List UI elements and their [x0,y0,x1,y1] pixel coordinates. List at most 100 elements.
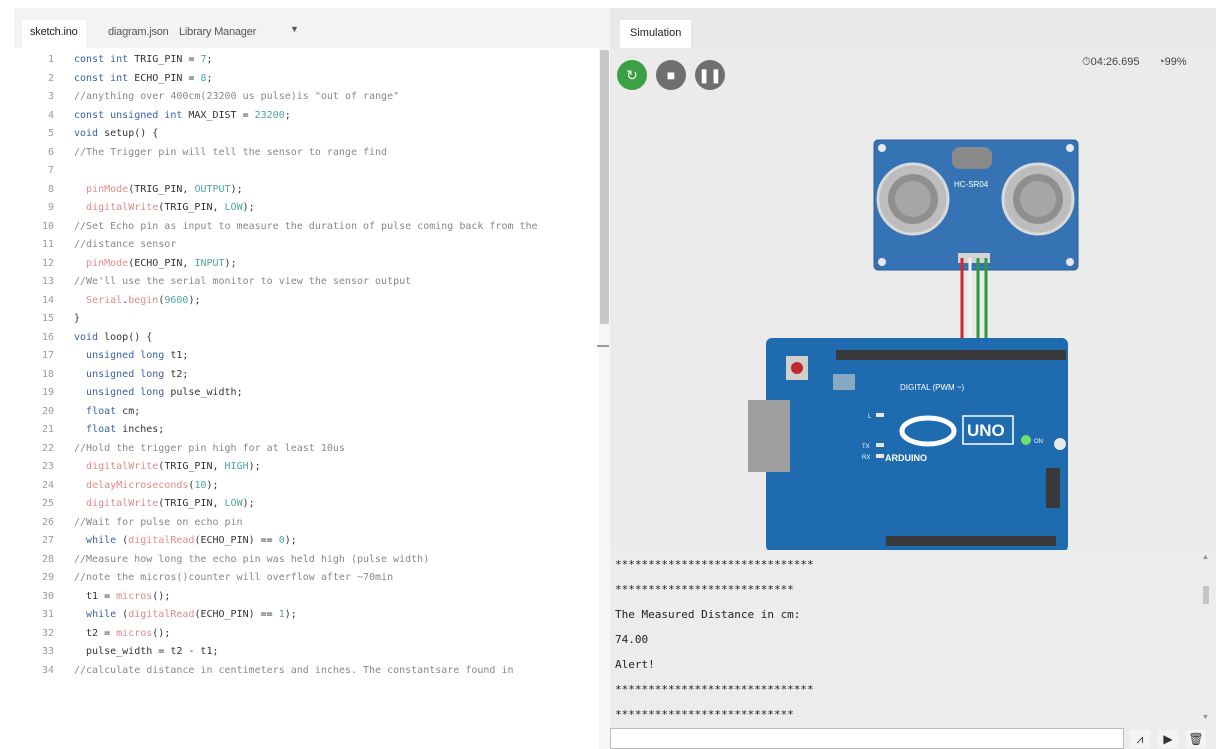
code-text: void loop() { [74,332,152,343]
clear-button[interactable]: 🗑 [1186,730,1206,748]
code-token: //Hold the trigger pin high for at least… [74,442,345,454]
code-token: digitalWrite [86,202,159,213]
line-number: 7 [47,165,54,176]
tab-simulation[interactable]: Simulation [620,20,692,48]
code-line[interactable]: 9 digitalWrite(TRIG_PIN, LOW); [14,202,598,217]
code-token: unsigned long [86,387,171,398]
code-text: while (digitalRead(ECHO_PIN) == 1); [74,609,297,620]
serial-line: ****************************** [615,683,814,696]
editor-scroll-thumb[interactable] [600,50,609,324]
code-line[interactable]: 1 const int TRIG_PIN = 7; [14,54,598,69]
code-line[interactable]: 21 float inches; [14,424,598,439]
serial-input-field[interactable] [610,728,1124,749]
code-line[interactable]: 25 digitalWrite(TRIG_PIN, LOW); [14,498,598,513]
scroll-down-icon[interactable]: ▼ [1202,714,1209,721]
speedometer-icon: ◔ [1158,56,1165,68]
code-token: const int [74,72,135,84]
code-line[interactable]: 12 pinMode(ECHO_PIN, INPUT); [14,258,598,273]
code-line[interactable]: 28 //Measure how long the echo pin was he… [14,554,598,569]
code-line[interactable]: 20 float cm; [14,406,598,421]
code-line[interactable]: 16 void loop() { [14,332,598,347]
play-button[interactable]: ▶ [1158,730,1178,748]
board-brand-text: ARDUINO [885,453,927,463]
code-line[interactable]: 18 unsigned long t2; [14,369,598,384]
editor-scrollbar[interactable] [599,48,610,749]
code-line[interactable]: 33 pulse_width = t2 - t1; [14,646,598,661]
code-line[interactable]: 5 void setup() { [14,128,598,143]
code-line[interactable]: 2 const int ECHO_PIN = 8; [14,73,598,88]
code-line[interactable]: 11 //distance sensor [14,239,598,254]
code-token: (TRIG_PIN, [158,498,225,509]
code-token: delayMicroseconds [86,479,189,491]
arduino-uno-board[interactable]: DIGITAL (PWM ~) UNO ARDUINO L TX RX ON [748,338,1068,552]
code-token: pinMode [86,183,129,195]
code-token: LOW [224,498,243,509]
tab-sketch-ino[interactable]: sketch.ino [22,20,86,48]
simulation-canvas[interactable]: HC-SR04 DIGITAL (PWM ~) UNO ARDUINO L TX… [610,48,1216,568]
code-line[interactable]: 4 const unsigned int MAX_DIST = 23200; [14,110,598,125]
code-line[interactable]: 30 t1 = micros(); [14,591,598,606]
code-token: (TRIG_PIN, [128,183,195,195]
code-line[interactable]: 29 //note the micros()counter will overfl… [14,572,598,587]
code-token: pulse_width; [170,387,243,398]
code-text: digitalWrite(TRIG_PIN, LOW); [74,202,255,213]
code-token: void [74,128,105,139]
restart-button[interactable]: ↻ [617,60,647,90]
sensor-model-label: HC-SR04 [954,180,989,189]
code-line[interactable]: 19 unsigned long pulse_width; [14,387,598,402]
code-line[interactable]: 13 //We'll use the serial monitor to view… [14,276,598,291]
stop-button[interactable]: ■ [656,60,686,90]
line-number: 22 [41,442,54,454]
ultrasonic-sensor[interactable]: HC-SR04 [873,139,1079,271]
code-token: begin [128,294,159,306]
code-line[interactable]: 27 while (digitalRead(ECHO_PIN) == 0); [14,535,598,550]
tab-diagram-json[interactable]: diagram.json [100,20,177,48]
code-token: void [74,331,105,343]
code-line[interactable]: 23 digitalWrite(TRIG_PIN, HIGH); [14,461,598,476]
code-line[interactable]: 22 //Hold the trigger pin high for at lea… [14,443,598,458]
code-text: pinMode(TRIG_PIN, OUTPUT); [74,184,243,195]
code-line[interactable]: 17 unsigned long t1; [14,350,598,365]
code-line[interactable]: 31 while (digitalRead(ECHO_PIN) == 1); [14,609,598,624]
code-line[interactable]: 8 pinMode(TRIG_PIN, OUTPUT); [14,184,598,199]
serial-scrollbar[interactable]: ▲ ▼ [1200,550,1214,728]
pane-splitter[interactable] [597,345,609,347]
code-line[interactable]: 24 delayMicroseconds(10); [14,480,598,495]
code-token: loop() { [104,331,153,343]
code-token: ); [284,609,297,620]
code-line[interactable]: 32 t2 = micros(); [14,628,598,643]
code-token: t1 = [74,590,117,602]
code-text: //anything over 400cm(23200 us pulse)is … [74,91,399,102]
code-token: //Measure how long the echo pin was held… [74,553,430,565]
serial-line: The Measured Distance in cm: [615,608,801,621]
pause-button[interactable]: ❚❚ [695,60,725,90]
code-line[interactable]: 26 //Wait for pulse on echo pin [14,517,598,532]
code-line[interactable]: 14 Serial.begin(9600); [14,295,598,310]
code-line[interactable]: 7 [14,165,598,180]
tab-library-manager[interactable]: Library Manager [171,20,264,48]
code-line[interactable]: 6 //The Trigger pin will tell the sensor … [14,147,598,162]
code-line[interactable]: 15} [14,313,598,328]
code-token: TRIG_PIN = [134,54,201,65]
code-token: ; [206,72,213,84]
code-area[interactable]: 1 const int TRIG_PIN = 7; 2 const int ECHO_… [14,48,598,749]
code-line[interactable]: 34 //calculate distance in centimeters an… [14,665,598,680]
code-token: const int [74,54,135,65]
serial-scroll-thumb[interactable] [1203,586,1209,604]
serial-line: *************************** [615,708,794,721]
scroll-up-icon[interactable]: ▲ [1202,554,1209,561]
code-line[interactable]: 3 //anything over 400cm(23200 us pulse)is… [14,91,598,106]
code-token: digitalWrite [86,461,159,472]
code-token: //Wait for pulse on echo pin [74,516,243,528]
code-line[interactable]: 10 //Set Echo pin as input to measure the… [14,221,598,236]
pause-icon: ❚❚ [698,67,722,83]
plotter-button[interactable]: ⩘ [1130,730,1150,748]
code-token: while [86,609,123,620]
code-text: //note the micros()counter will overflow… [74,572,393,583]
chevron-down-icon[interactable]: ▼ [290,24,299,34]
